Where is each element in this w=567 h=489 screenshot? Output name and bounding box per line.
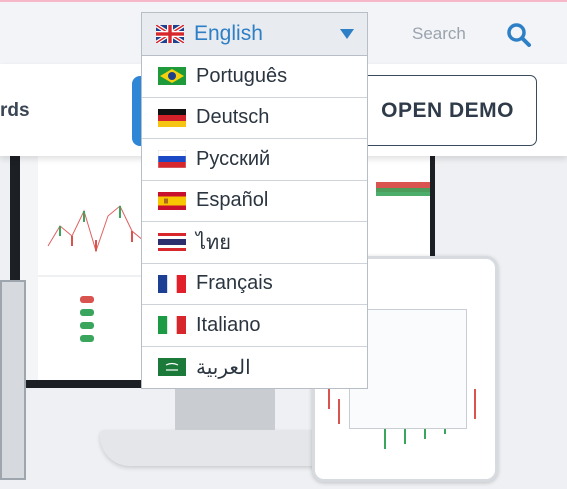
language-option-label: Italiano — [196, 313, 261, 336]
brazil-flag-icon — [158, 67, 186, 86]
language-selected-label: English — [194, 22, 263, 45]
france-flag-icon — [158, 274, 186, 293]
open-demo-button[interactable]: OPEN DEMO — [356, 75, 537, 146]
language-option-label: Español — [196, 189, 269, 212]
germany-flag-icon — [158, 108, 186, 127]
language-option-label: Deutsch — [196, 106, 270, 129]
language-option-thai[interactable]: ไทย — [142, 222, 367, 264]
language-option-arabic[interactable]: العربية — [142, 347, 367, 389]
language-option-french[interactable]: Français — [142, 264, 367, 305]
language-options-list: Português Deutsch Русский Español ไทย Fr… — [141, 55, 368, 389]
chevron-down-icon[interactable] — [340, 29, 354, 39]
language-dropdown[interactable]: English Português Deutsch Русский Españo… — [141, 12, 368, 389]
laptop-image — [0, 280, 26, 480]
language-option-label: Français — [196, 272, 273, 295]
nav-link-partial[interactable]: rds — [0, 100, 30, 122]
saudi-flag-icon — [158, 358, 186, 377]
search-icon[interactable] — [506, 22, 532, 48]
russia-flag-icon — [158, 150, 186, 169]
monitor-stand-neck — [175, 388, 275, 430]
italy-flag-icon — [158, 316, 186, 335]
uk-flag-icon — [156, 25, 184, 43]
language-option-label: Русский — [196, 147, 271, 170]
language-option-italian[interactable]: Italiano — [142, 305, 367, 347]
open-demo-label: OPEN DEMO — [381, 98, 514, 122]
language-option-german[interactable]: Deutsch — [142, 98, 367, 139]
language-option-label: ไทย — [196, 232, 231, 255]
language-option-label: Português — [196, 64, 288, 87]
language-option-label: العربية — [196, 356, 251, 379]
language-selected[interactable]: English — [141, 12, 368, 55]
thailand-flag-icon — [158, 233, 186, 252]
language-option-spanish[interactable]: Español — [142, 181, 367, 222]
search-label[interactable]: Search — [412, 24, 466, 44]
language-option-russian[interactable]: Русский — [142, 139, 367, 181]
spain-flag-icon — [158, 191, 186, 210]
language-option-portuguese[interactable]: Português — [142, 56, 367, 98]
